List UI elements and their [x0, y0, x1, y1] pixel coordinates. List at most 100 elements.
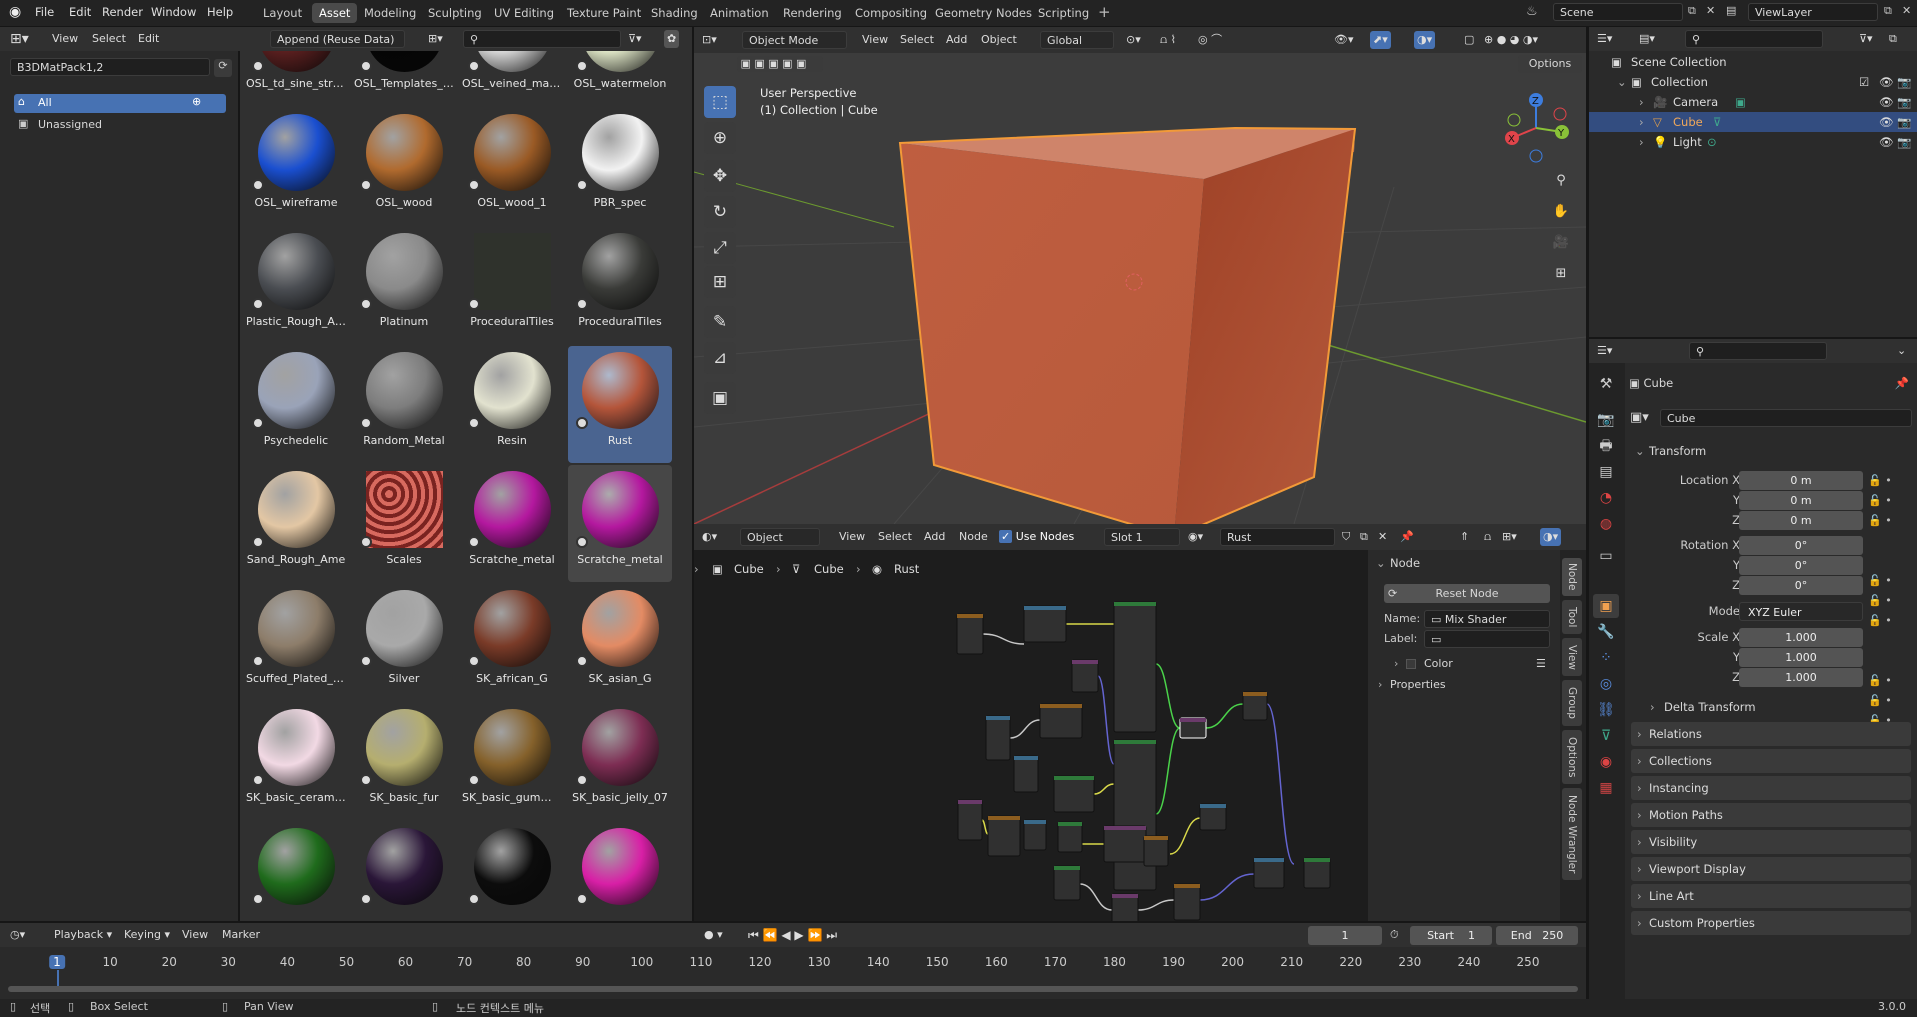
- overlay-toggle-icon[interactable]: ◑▾: [1414, 31, 1436, 49]
- display-mode-dropdown-icon[interactable]: ▤▾: [1639, 30, 1655, 48]
- scale-z-field[interactable]: 1.000: [1739, 668, 1863, 687]
- collection-tab-icon[interactable]: ▭: [1593, 544, 1619, 568]
- tool-cursor[interactable]: ⊕: [704, 122, 736, 154]
- object-browse-icon[interactable]: ▣▾: [1630, 410, 1649, 425]
- tab-compositing[interactable]: Compositing: [848, 3, 934, 23]
- tool-measure[interactable]: ⊿: [704, 342, 736, 374]
- shader-node[interactable]: [1303, 857, 1331, 889]
- outliner-cube[interactable]: › ▽ Cube ⊽ 👁 📷: [1589, 112, 1917, 132]
- node-menu-select[interactable]: Select: [878, 528, 912, 546]
- data-tab-icon[interactable]: ⊽: [1593, 724, 1619, 748]
- object-mode-dropdown[interactable]: Object Mode: [742, 31, 847, 49]
- playback-menu[interactable]: Playback ▾: [54, 926, 112, 944]
- asset-tile[interactable]: Plastic_Rough_Ame: [244, 227, 348, 344]
- line-art-section[interactable]: › Line Art: [1631, 884, 1911, 908]
- particles-tab-icon[interactable]: ⁘: [1593, 646, 1619, 670]
- asset-tile[interactable]: SK_basic_gummy_...: [460, 703, 564, 820]
- scene-selector[interactable]: Scene: [1553, 3, 1683, 21]
- menu-file[interactable]: File: [35, 5, 54, 19]
- cube-mesh-icon[interactable]: ⊽: [1713, 112, 1721, 132]
- transform-panel-header[interactable]: ⌄ Transform: [1631, 440, 1911, 462]
- scale-x-field[interactable]: 1.000: [1739, 628, 1863, 647]
- asset-tile[interactable]: Scratche_metal: [460, 465, 564, 582]
- instancing-section[interactable]: › Instancing: [1631, 776, 1911, 800]
- asset-tile[interactable]: OSL_td_sine_stripes: [244, 51, 348, 106]
- asset-tile[interactable]: OSL_wireframe: [244, 108, 348, 225]
- shader-node[interactable]: [1023, 605, 1067, 643]
- scene-icon[interactable]: ♨: [1526, 4, 1538, 19]
- camera-eye-icon[interactable]: 👁: [1879, 92, 1894, 112]
- view-layer-icon[interactable]: ▤: [1726, 4, 1736, 17]
- shader-node[interactable]: [987, 815, 1021, 857]
- tool-annotate[interactable]: ✎: [704, 306, 736, 338]
- constraints-tab-icon[interactable]: ⛓: [1593, 698, 1619, 722]
- asset-tile[interactable]: SK_basic_jelly_07: [568, 703, 672, 820]
- shader-node[interactable]: [985, 715, 1011, 761]
- rotation-y-field[interactable]: 0°: [1739, 556, 1863, 575]
- visibility-section[interactable]: › Visibility: [1631, 830, 1911, 854]
- menu-edit[interactable]: Edit: [69, 5, 91, 19]
- add-catalog-icon[interactable]: ⊕: [192, 95, 201, 108]
- rotation-z-field[interactable]: 0°: [1739, 576, 1863, 595]
- shader-node[interactable]: [1023, 819, 1047, 851]
- tab-shading[interactable]: Shading: [644, 3, 705, 23]
- color-presets-icon[interactable]: ☰: [1536, 654, 1546, 674]
- light-data-icon[interactable]: ⊙: [1707, 132, 1717, 152]
- zoom-icon[interactable]: ⚲: [1548, 168, 1574, 194]
- asset-tile[interactable]: [568, 822, 672, 921]
- asset-tile[interactable]: SK_african_G: [460, 584, 564, 701]
- rotation-mode-dropdown[interactable]: XYZ Euler: [1739, 602, 1863, 621]
- collection-expand-icon[interactable]: ⌄: [1617, 72, 1627, 92]
- side-tab-options[interactable]: Options: [1562, 730, 1582, 784]
- shader-node[interactable]: [1071, 659, 1099, 693]
- outliner-filter-icon[interactable]: ⊽▾: [1859, 30, 1873, 48]
- end-frame-field[interactable]: End 250: [1496, 926, 1578, 945]
- new-collection-icon[interactable]: ⧉: [1889, 30, 1897, 48]
- playback-controls[interactable]: ⏮ ⏪ ◀ ▶ ⏩ ⏭: [748, 926, 837, 944]
- location-x-field[interactable]: 0 m: [1739, 471, 1863, 490]
- shader-node[interactable]: [1143, 835, 1169, 867]
- asset-tile[interactable]: [244, 822, 348, 921]
- breadcrumb-expand-icon[interactable]: ›: [694, 562, 699, 576]
- side-tab-node[interactable]: Node: [1562, 558, 1582, 596]
- cube-eye-icon[interactable]: 👁: [1879, 112, 1894, 132]
- collections-section[interactable]: › Collections: [1631, 749, 1911, 773]
- asset-search-input[interactable]: ⚲: [463, 30, 621, 48]
- tab-uv-editing[interactable]: UV Editing: [487, 3, 561, 23]
- navigation-gizmo[interactable]: Z Y X: [1500, 92, 1572, 164]
- collection-checkbox-icon[interactable]: ☑: [1859, 72, 1869, 92]
- view-layer-selector[interactable]: ViewLayer: [1748, 3, 1878, 21]
- tool-tab-icon[interactable]: ⚒: [1593, 372, 1619, 396]
- asset-tile[interactable]: ProceduralTiles: [460, 227, 564, 344]
- tab-modeling[interactable]: Modeling: [357, 3, 423, 23]
- delta-transform-header[interactable]: › Delta Transform: [1646, 696, 1910, 718]
- asset-tile[interactable]: Rust: [568, 346, 672, 463]
- timeline-editor-icon[interactable]: ◷▾: [10, 926, 25, 944]
- asset-tile[interactable]: Scales: [352, 465, 456, 582]
- asset-tile[interactable]: Platinum: [352, 227, 456, 344]
- view-layer-tab-icon[interactable]: ▤: [1593, 460, 1619, 484]
- asset-tile[interactable]: SK_basic_fur: [352, 703, 456, 820]
- ortho-grid-icon[interactable]: ⊞: [1548, 261, 1574, 287]
- tab-sculpting[interactable]: Sculpting: [421, 3, 489, 23]
- node-editor-type-icon[interactable]: ◐▾: [702, 528, 717, 546]
- shader-node[interactable]: [1057, 821, 1083, 853]
- display-mode-icon[interactable]: ⊞▾: [428, 30, 443, 48]
- asset-tile[interactable]: Scratche_metal: [568, 465, 672, 582]
- viewport-menu-select[interactable]: Select: [900, 31, 934, 49]
- new-view-layer-icon[interactable]: ⧉: [1884, 4, 1892, 18]
- location-y-field[interactable]: 0 m: [1739, 491, 1863, 510]
- outliner-search-input[interactable]: ⚲: [1685, 30, 1823, 48]
- side-tab-view[interactable]: View: [1562, 638, 1582, 676]
- shader-node[interactable]: [1253, 857, 1285, 889]
- camera-view-icon[interactable]: 🎥: [1548, 230, 1574, 256]
- preview-range-icon[interactable]: ⏱: [1390, 926, 1399, 944]
- outliner-scene-collection[interactable]: ▣ Scene Collection: [1589, 52, 1917, 72]
- shader-node[interactable]: [956, 613, 984, 655]
- transform-orientation-dropdown[interactable]: Global: [1040, 31, 1114, 49]
- 3d-viewport[interactable]: [694, 27, 1586, 524]
- tool-scale[interactable]: ⤢: [704, 232, 736, 264]
- asset-tile[interactable]: OSL_watermelon: [568, 51, 672, 106]
- start-frame-field[interactable]: Start 1: [1410, 926, 1492, 945]
- asset-tile[interactable]: OSL_wood: [352, 108, 456, 225]
